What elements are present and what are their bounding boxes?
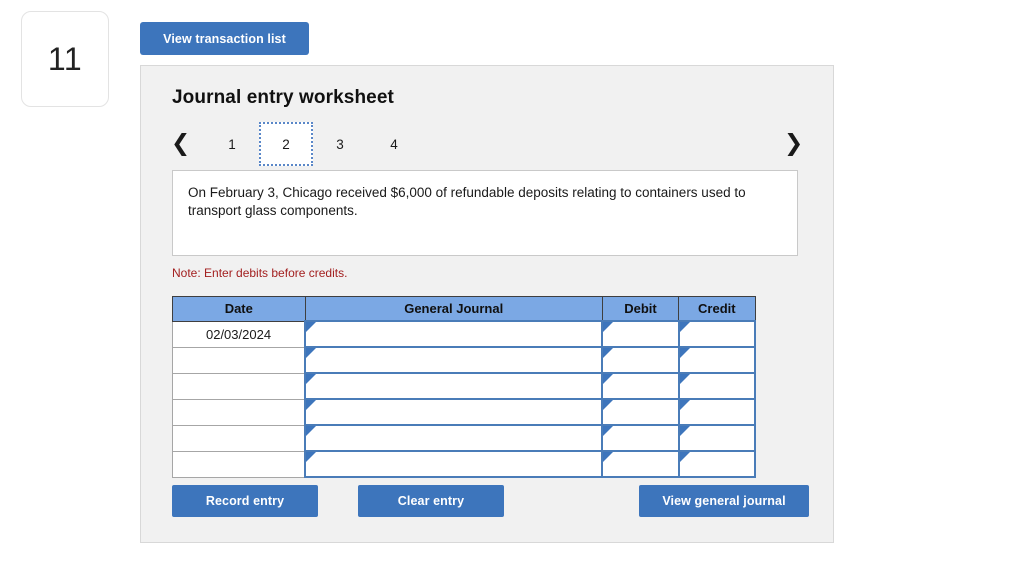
cell-date: 02/03/2024: [172, 320, 306, 348]
cell-debit[interactable]: [601, 346, 680, 374]
cell-debit[interactable]: [601, 320, 680, 348]
chevron-left-icon[interactable]: ❮: [171, 132, 190, 156]
cell-debit[interactable]: [601, 424, 680, 452]
table-row: [172, 346, 757, 374]
cell-date: [172, 346, 306, 374]
cell-general-journal[interactable]: [304, 320, 604, 348]
cell-marker-icon: [603, 348, 614, 358]
cell-date: [172, 424, 306, 452]
column-header-credit: Credit: [678, 296, 756, 322]
cell-credit[interactable]: [677, 450, 757, 478]
view-transaction-list-button[interactable]: View transaction list: [140, 22, 309, 55]
cell-debit[interactable]: [601, 450, 680, 478]
cell-credit[interactable]: [677, 398, 757, 426]
cell-marker-icon: [306, 452, 317, 462]
cell-credit[interactable]: [677, 424, 757, 452]
page-title: Journal entry worksheet: [172, 87, 394, 108]
transaction-description: On February 3, Chicago received $6,000 o…: [188, 185, 746, 218]
question-number-card: 11: [21, 11, 109, 107]
cell-general-journal[interactable]: [304, 372, 604, 400]
journal-entry-table-body: 02/03/2024: [172, 320, 757, 478]
cell-marker-icon: [679, 426, 690, 436]
cell-date: [172, 398, 306, 426]
record-entry-button[interactable]: Record entry: [172, 485, 318, 517]
cell-marker-icon: [679, 400, 690, 410]
cell-debit[interactable]: [601, 398, 680, 426]
journal-entry-table: Date General Journal Debit Credit 02/03/…: [172, 296, 757, 478]
pager-tab-3[interactable]: 3: [313, 122, 367, 166]
cell-marker-icon: [679, 374, 690, 384]
clear-entry-button[interactable]: Clear entry: [358, 485, 504, 517]
table-row: [172, 450, 757, 478]
column-header-general-journal: General Journal: [304, 296, 603, 322]
view-general-journal-button[interactable]: View general journal: [639, 485, 809, 517]
pager-tab-2[interactable]: 2: [259, 122, 313, 166]
column-header-date: Date: [172, 296, 306, 322]
cell-general-journal[interactable]: [304, 424, 604, 452]
cell-credit[interactable]: [677, 372, 757, 400]
table-row: [172, 424, 757, 452]
cell-marker-icon: [603, 374, 614, 384]
question-number: 11: [47, 41, 83, 77]
cell-debit[interactable]: [601, 372, 680, 400]
cell-marker-icon: [306, 322, 317, 332]
cell-marker-icon: [679, 452, 690, 462]
journal-entry-worksheet-panel: Journal entry worksheet ❮ 1 2 3 4 ❯ On F…: [140, 65, 834, 543]
table-row: 02/03/2024: [172, 320, 757, 348]
cell-marker-icon: [306, 348, 317, 358]
cell-marker-icon: [603, 400, 614, 410]
cell-marker-icon: [679, 322, 690, 332]
table-row: [172, 398, 757, 426]
cell-marker-icon: [679, 348, 690, 358]
pager-tab-4[interactable]: 4: [367, 122, 421, 166]
cell-general-journal[interactable]: [304, 398, 604, 426]
cell-credit[interactable]: [677, 346, 757, 374]
cell-marker-icon: [306, 400, 317, 410]
cell-credit[interactable]: [677, 320, 757, 348]
cell-marker-icon: [306, 374, 317, 384]
cell-marker-icon: [603, 426, 614, 436]
cell-general-journal[interactable]: [304, 450, 604, 478]
cell-date: [172, 372, 306, 400]
cell-date: [172, 450, 306, 478]
cell-marker-icon: [603, 322, 614, 332]
worksheet-pager: ❮ 1 2 3 4 ❯: [167, 122, 807, 166]
table-header-row: Date General Journal Debit Credit: [172, 296, 756, 322]
transaction-description-box: On February 3, Chicago received $6,000 o…: [172, 170, 798, 256]
debits-before-credits-note: Note: Enter debits before credits.: [172, 266, 348, 280]
cell-marker-icon: [306, 426, 317, 436]
table-row: [172, 372, 757, 400]
pager-tab-1[interactable]: 1: [205, 122, 259, 166]
column-header-debit: Debit: [601, 296, 680, 322]
cell-marker-icon: [603, 452, 614, 462]
chevron-right-icon[interactable]: ❯: [784, 132, 803, 156]
cell-general-journal[interactable]: [304, 346, 604, 374]
